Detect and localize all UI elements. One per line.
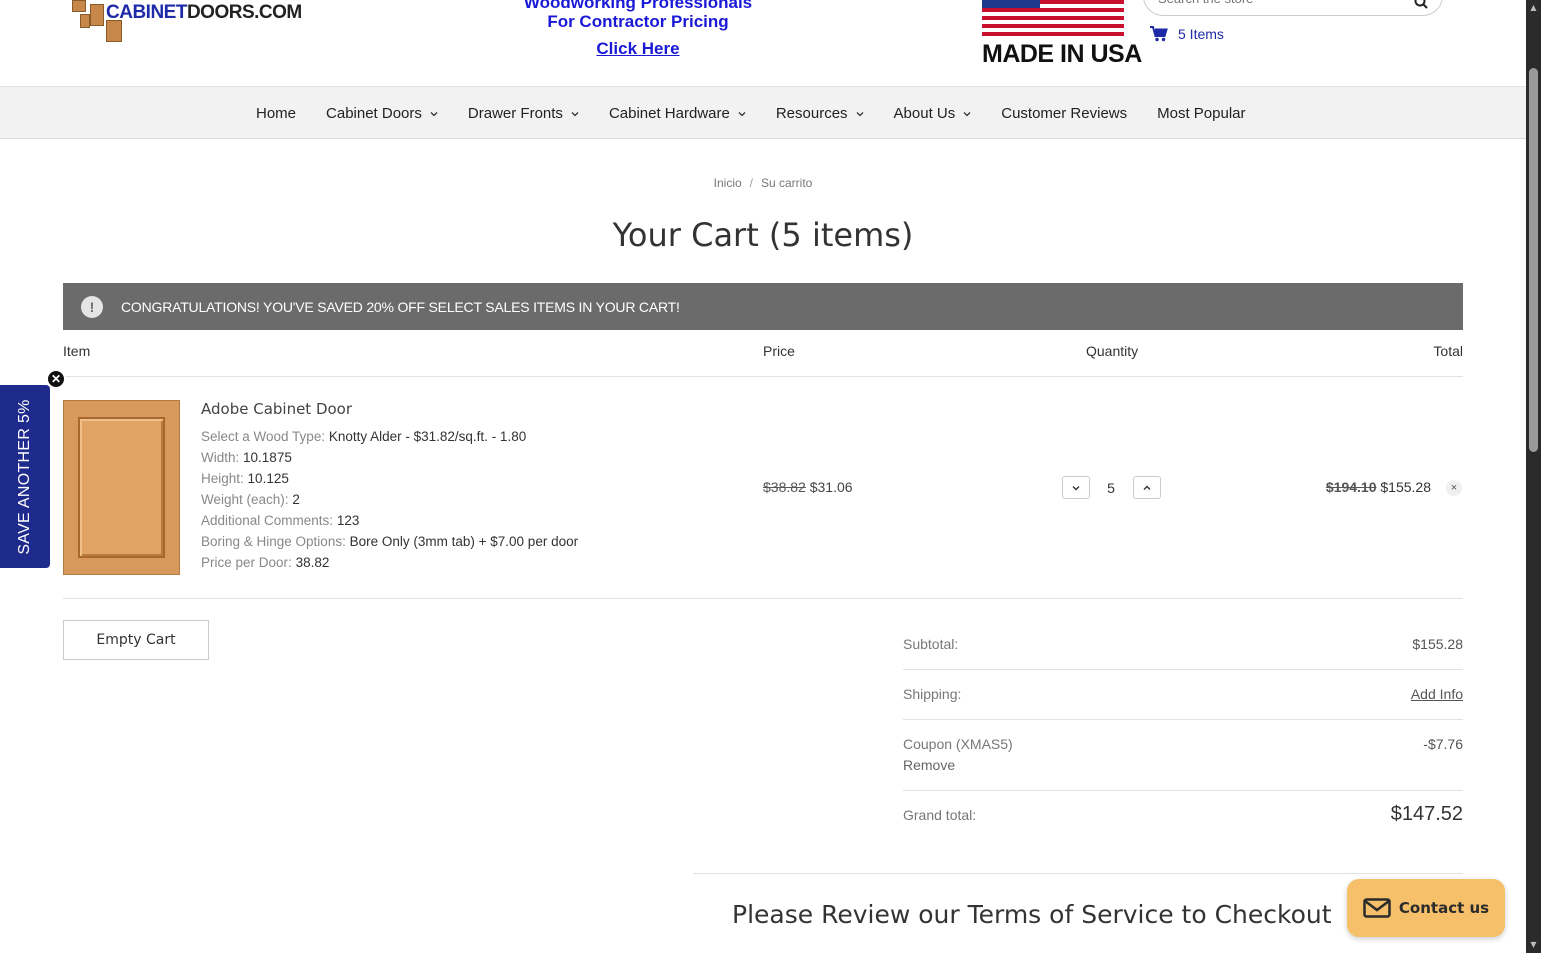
chevron-down-icon — [738, 111, 746, 116]
chevron-down-icon — [430, 111, 438, 116]
site-logo[interactable]: CABINETDOORS.COM — [72, 0, 312, 45]
coupon-remove-link[interactable]: Remove — [903, 757, 955, 773]
grand-total-label: Grand total: — [903, 807, 977, 823]
option-price-per-door: Price per Door: 38.82 — [201, 555, 330, 570]
search-icon[interactable] — [1414, 0, 1428, 9]
contact-us-label: Contact us — [1398, 899, 1490, 917]
option-comments: Additional Comments: 123 — [201, 513, 360, 528]
item-divider — [63, 598, 1463, 599]
column-header-item: Item — [63, 343, 91, 359]
remove-item-button[interactable]: × — [1446, 480, 1462, 496]
totals-divider — [903, 719, 1463, 720]
save-another-5-tab[interactable]: SAVE ANOTHER 5% — [0, 385, 50, 568]
nav-item-most-popular[interactable]: Most Popular — [1157, 105, 1245, 122]
grand-total-value: $147.52 — [1390, 803, 1463, 825]
contact-us-button[interactable]: Contact us — [1347, 879, 1505, 937]
alert-icon: ! — [81, 295, 103, 318]
totals-divider — [903, 669, 1463, 670]
shipping-label: Shipping: — [903, 686, 962, 702]
main-nav: Home Cabinet Doors Drawer Fronts Cabinet… — [0, 86, 1526, 139]
logo-mark — [72, 0, 122, 45]
search-input[interactable] — [1158, 0, 1398, 6]
header-cart-link[interactable]: 5 Items — [1150, 26, 1224, 42]
subtotal-value: $155.28 — [1412, 636, 1463, 652]
scroll-down-arrow-icon[interactable]: ▼ — [1529, 940, 1538, 949]
contractor-promo: Woodworking Professionals For Contractor… — [488, 0, 788, 59]
column-header-quantity: Quantity — [1086, 343, 1139, 359]
totals-divider — [903, 790, 1463, 791]
item-total: $194.10 $155.28 — [1300, 479, 1431, 495]
option-height: Height: 10.125 — [201, 471, 289, 486]
page-title: Your Cart (5 items) — [612, 216, 914, 254]
nav-item-about-us[interactable]: About Us — [894, 105, 972, 122]
savings-banner: ! CONGRATULATIONS! YOU'VE SAVED 20% OFF … — [63, 283, 1463, 330]
coupon-label: Coupon (XMAS5) — [903, 736, 1013, 752]
logo-text: CABINETDOORS.COM — [106, 2, 302, 23]
table-divider — [63, 376, 1463, 377]
promo-click-here-link[interactable]: Click Here — [596, 39, 679, 59]
item-price: $38.82 $31.06 — [763, 479, 853, 495]
coupon-value: -$7.76 — [1423, 736, 1463, 752]
nav-item-cabinet-hardware[interactable]: Cabinet Hardware — [609, 105, 746, 122]
chevron-down-icon — [856, 111, 864, 116]
breadcrumb-current-link[interactable]: Su carrito — [761, 176, 812, 190]
chevron-down-icon — [571, 111, 579, 116]
nav-item-customer-reviews[interactable]: Customer Reviews — [1001, 105, 1127, 122]
scroll-up-arrow-icon[interactable]: ▲ — [1529, 3, 1538, 12]
sale-price: $31.06 — [809, 479, 853, 495]
nav-item-resources[interactable]: Resources — [776, 105, 864, 122]
option-boring-hinge: Boring & Hinge Options: Bore Only (3mm t… — [201, 534, 579, 549]
promo-line-2: For Contractor Pricing — [547, 12, 729, 31]
sale-total: $155.28 — [1380, 479, 1431, 495]
breadcrumb-home-link[interactable]: Inicio — [714, 176, 742, 190]
option-weight: Weight (each): 2 — [201, 492, 300, 507]
terms-divider — [693, 873, 1463, 874]
site-header: CABINETDOORS.COM Woodworking Professiona… — [0, 0, 1526, 86]
save-another-label: SAVE ANOTHER 5% — [16, 398, 33, 555]
quantity-increase-button[interactable] — [1133, 476, 1161, 499]
product-thumbnail[interactable] — [63, 400, 180, 575]
chevron-down-icon — [963, 111, 971, 116]
made-in-usa-badge: MADE IN USA — [982, 0, 1142, 70]
banner-message: CONGRATULATIONS! YOU'VE SAVED 20% OFF SE… — [121, 298, 680, 315]
empty-cart-button[interactable]: Empty Cart — [63, 620, 209, 660]
terms-heading: Please Review our Terms of Service to Ch… — [732, 900, 1332, 929]
close-icon[interactable]: ✕ — [46, 369, 66, 389]
scrollbar-thumb[interactable] — [1529, 68, 1538, 452]
promo-line-1: Woodworking Professionals — [523, 0, 753, 12]
breadcrumb: Inicio / Su carrito — [0, 176, 1526, 190]
shipping-add-info-link[interactable]: Add Info — [1411, 686, 1463, 702]
nav-item-drawer-fronts[interactable]: Drawer Fronts — [468, 105, 579, 122]
product-options: Select a Wood Type: Knotty Alder - $31.8… — [201, 426, 578, 573]
subtotal-label: Subtotal: — [903, 636, 959, 652]
product-name[interactable]: Adobe Cabinet Door — [201, 400, 352, 418]
original-total: $194.10 — [1325, 479, 1377, 495]
quantity-value[interactable]: 5 — [1100, 480, 1122, 496]
nav-item-cabinet-doors[interactable]: Cabinet Doors — [326, 105, 438, 122]
cart-count-label: 5 Items — [1178, 26, 1224, 42]
option-width: Width: 10.1875 — [201, 450, 292, 465]
chevron-down-icon — [1072, 485, 1080, 490]
original-price: $38.82 — [763, 479, 806, 495]
column-header-price: Price — [763, 343, 795, 359]
quantity-decrease-button[interactable] — [1062, 476, 1090, 499]
made-in-usa-text: MADE IN USA — [982, 40, 1142, 68]
nav-item-home[interactable]: Home — [256, 105, 296, 122]
option-wood-type: Select a Wood Type: Knotty Alder - $31.8… — [201, 429, 527, 444]
usa-flag-icon — [982, 0, 1124, 38]
cart-icon — [1150, 26, 1168, 42]
breadcrumb-separator: / — [749, 176, 753, 190]
scrollbar[interactable]: ▲ ▼ — [1526, 0, 1541, 953]
search-box[interactable] — [1143, 0, 1443, 16]
envelope-icon — [1363, 898, 1391, 918]
chevron-up-icon — [1143, 485, 1151, 490]
column-header-total: Total — [1433, 343, 1463, 359]
